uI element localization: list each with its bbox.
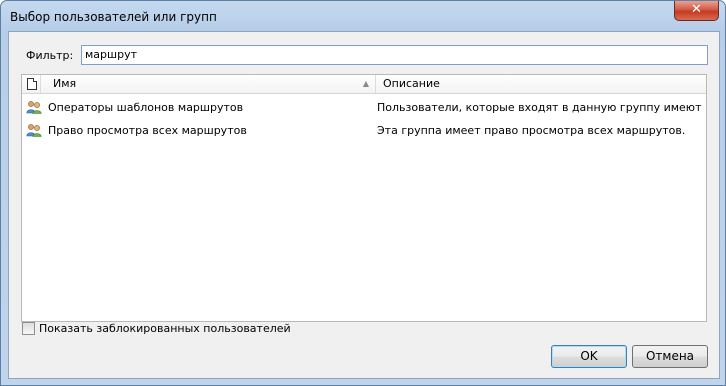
window-title: Выбор пользователей или групп <box>10 10 217 24</box>
document-icon <box>27 78 37 90</box>
list-item[interactable]: Право просмотра всех маршрутов Эта групп… <box>22 120 706 142</box>
ok-button[interactable]: OK <box>551 345 627 368</box>
group-name: Право просмотра всех маршрутов <box>48 124 247 137</box>
user-group-icon <box>26 101 42 114</box>
users-groups-list[interactable]: Имя ▲ Описание Операторы шаблонов маршру… <box>21 74 707 322</box>
column-header-name-label: Имя <box>53 77 77 90</box>
group-description: Пользователи, которые входят в данную гр… <box>377 101 702 114</box>
group-name: Операторы шаблонов маршрутов <box>48 101 244 114</box>
column-header-description[interactable]: Описание <box>377 75 706 93</box>
header-icon-column[interactable] <box>22 75 41 93</box>
sort-ascending-icon: ▲ <box>362 79 369 88</box>
filter-input[interactable] <box>81 45 708 65</box>
title-bar: Выбор пользователей или групп ✕ <box>1 1 725 31</box>
show-blocked-users-label[interactable]: Показать заблокированных пользователей <box>39 322 291 335</box>
close-button[interactable]: ✕ <box>674 1 719 21</box>
dialog-client-area: Фильтр: Имя ▲ Описание <box>8 31 720 379</box>
filter-label: Фильтр: <box>26 49 74 62</box>
list-item[interactable]: Операторы шаблонов маршрутов Пользовател… <box>22 97 706 119</box>
dialog-window: Выбор пользователей или групп ✕ Фильтр: … <box>0 0 726 386</box>
cancel-button[interactable]: Отмена <box>632 345 708 368</box>
show-blocked-users-checkbox[interactable] <box>22 322 35 335</box>
column-header-name[interactable]: Имя ▲ <box>41 75 376 93</box>
group-description: Эта группа имеет право просмотра всех ма… <box>377 124 686 137</box>
user-group-icon <box>26 124 42 137</box>
list-header: Имя ▲ Описание <box>22 75 706 94</box>
column-header-description-label: Описание <box>383 77 440 90</box>
